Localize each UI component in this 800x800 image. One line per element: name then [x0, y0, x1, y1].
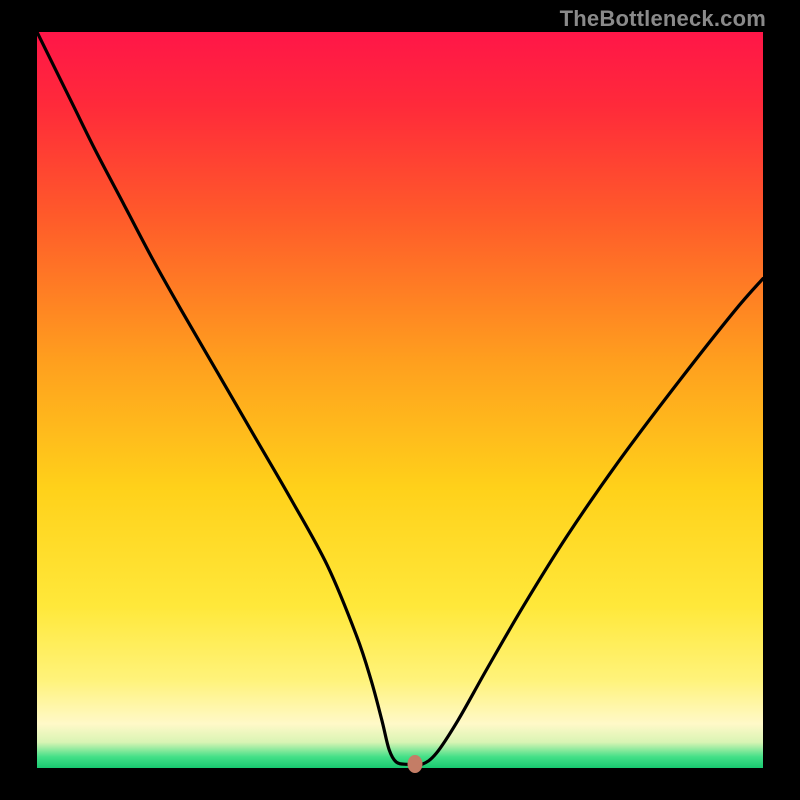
optimal-point-marker	[407, 755, 422, 773]
plot-area	[37, 32, 763, 768]
attribution-text: TheBottleneck.com	[560, 6, 766, 32]
bottleneck-curve	[37, 32, 763, 768]
chart-frame: TheBottleneck.com	[0, 0, 800, 800]
